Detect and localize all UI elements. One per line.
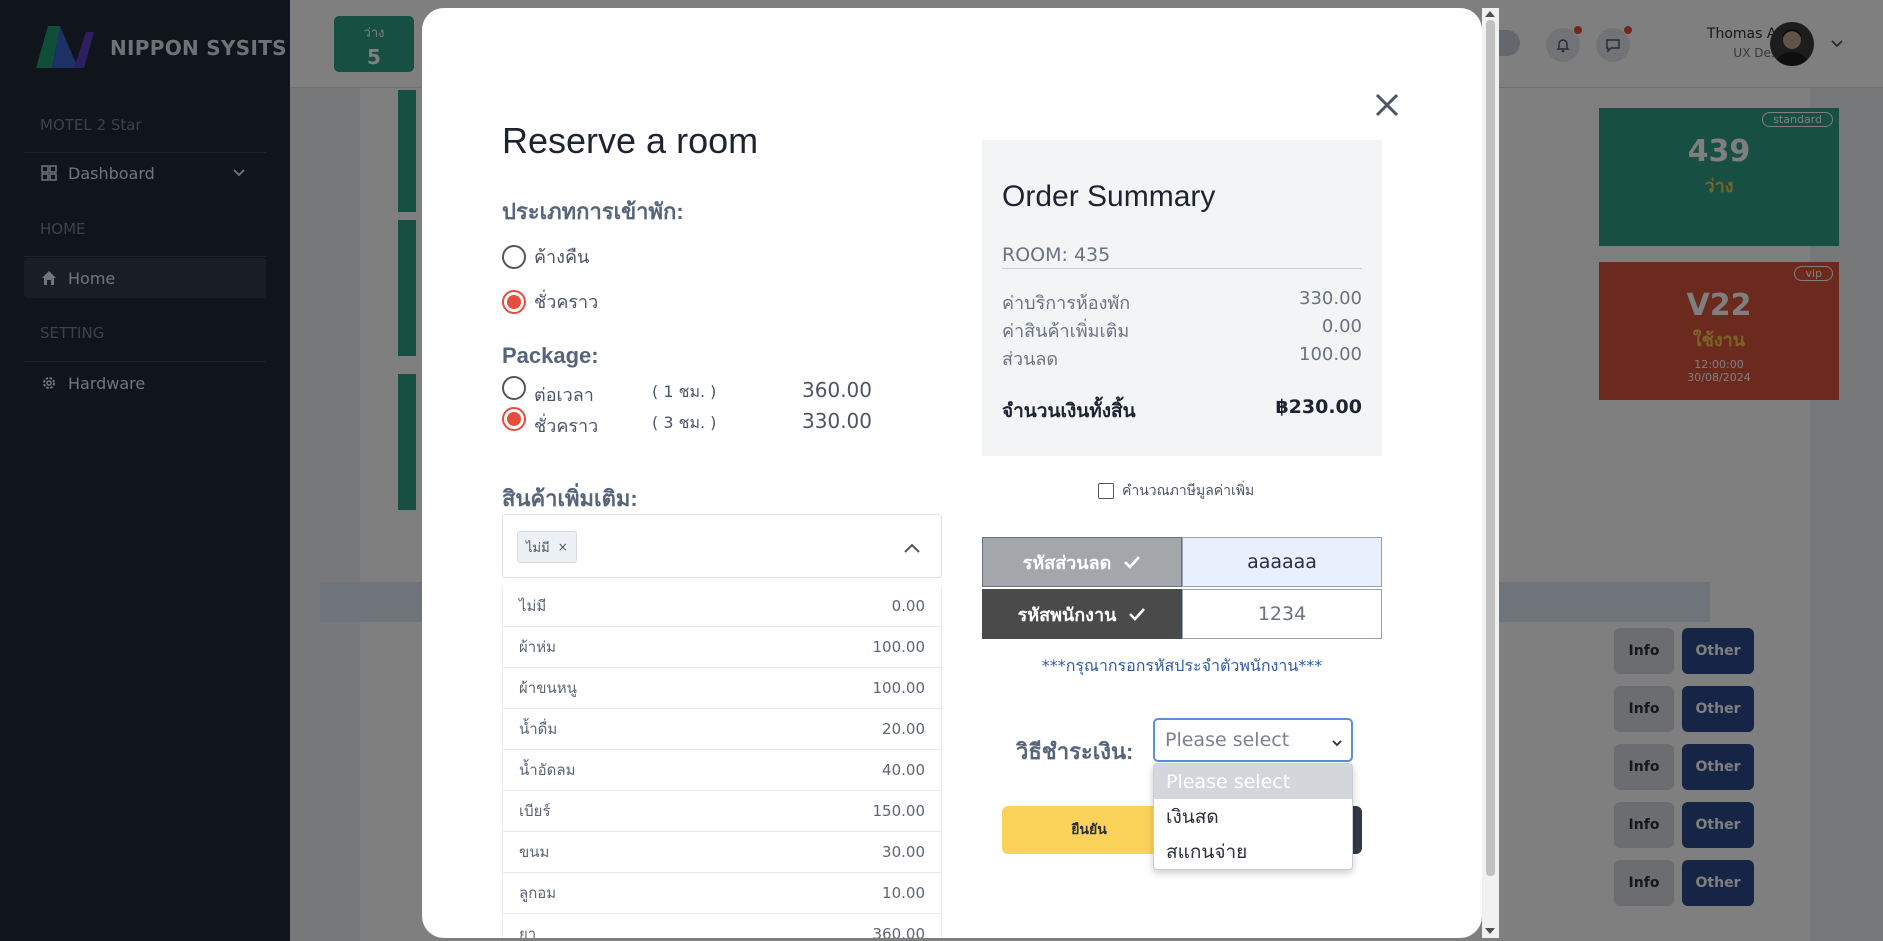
- line-value: 100.00: [1299, 344, 1362, 365]
- summary-total: จำนวนเงินทั้งสิ้น ฿230.00: [1002, 396, 1362, 426]
- item-name: ยา: [519, 925, 537, 938]
- line-value: 0.00: [1321, 316, 1362, 337]
- radio-label: ชั่วคราว: [534, 292, 599, 313]
- scroll-thumb[interactable]: [1486, 20, 1495, 876]
- item-price: 40.00: [882, 761, 925, 779]
- item-name: ลูกอม: [519, 884, 557, 902]
- employee-code-hint: ***กรุณากรอกรหัสประจำตัวพนักงาน***: [1041, 656, 1323, 675]
- payment-method-dropdown[interactable]: Please select เงินสด สแกนจ่าย: [1153, 763, 1353, 870]
- radio-button[interactable]: [502, 244, 526, 269]
- list-item[interactable]: ขนม 30.00: [503, 832, 941, 873]
- modal-scrollbar[interactable]: [1482, 8, 1499, 938]
- vat-label: คำนวณภาษีมูลค่าเพิ่ม: [1122, 483, 1255, 499]
- package-duration: ( 3 ชม. ): [652, 413, 717, 432]
- line-label: ส่วนลด: [1002, 349, 1059, 370]
- confirm-button[interactable]: ยืนยัน: [1002, 806, 1176, 854]
- summary-room: ROOM: 435: [1002, 244, 1362, 269]
- selected-chip: ไม่มี ×: [517, 531, 577, 563]
- dropdown-option[interactable]: Please select: [1154, 764, 1352, 799]
- item-price: 30.00: [882, 843, 925, 861]
- list-item[interactable]: ไม่มี 0.00: [503, 586, 941, 627]
- list-item[interactable]: ลูกอม 10.00: [503, 873, 941, 914]
- list-item[interactable]: ผ้าห่ม 100.00: [503, 627, 941, 668]
- scroll-down-arrow[interactable]: [1485, 928, 1495, 934]
- remove-chip-icon[interactable]: ×: [558, 540, 568, 554]
- list-item[interactable]: น้ำดื่ม 20.00: [503, 709, 941, 750]
- package-option-extend[interactable]: ต่อเวลา ( 1 ชม. ) 360.00: [502, 376, 892, 406]
- item-name: เบียร์: [519, 802, 551, 820]
- summary-discount: ส่วนลด 100.00: [1002, 344, 1362, 373]
- package-heading: Package:: [502, 343, 599, 368]
- list-item[interactable]: เบียร์ 150.00: [503, 791, 941, 832]
- modal-title: Reserve a room: [502, 120, 759, 161]
- radio-button[interactable]: [502, 376, 526, 400]
- package-option-temporary[interactable]: ชั่วคราว ( 3 ชม. ) 330.00: [502, 407, 892, 437]
- item-price: 150.00: [872, 802, 926, 820]
- item-name: ผ้าขนหนู: [519, 679, 577, 697]
- employee-code-input[interactable]: 1234: [1182, 589, 1382, 639]
- item-price: 360.00: [872, 925, 926, 938]
- discount-code-label: รหัสส่วนลด: [1022, 552, 1112, 574]
- close-icon: [1375, 93, 1399, 117]
- list-item[interactable]: น้ำอัดลม 40.00: [503, 750, 941, 791]
- stay-type-overnight[interactable]: ค้างคืน: [502, 242, 589, 271]
- close-button[interactable]: [1372, 90, 1402, 120]
- list-item[interactable]: ผ้าขนหนู 100.00: [503, 668, 941, 709]
- package-price: 360.00: [802, 378, 872, 402]
- chevron-up-icon[interactable]: [903, 539, 921, 558]
- extras-heading: สินค้าเพิ่มเติม:: [502, 486, 638, 511]
- total-label: จำนวนเงินทั้งสิ้น: [1002, 400, 1136, 422]
- stay-type-heading: ประเภทการเข้าพัก:: [502, 199, 684, 224]
- payment-method-select[interactable]: Please select: [1153, 718, 1353, 762]
- list-item[interactable]: ยา 360.00: [503, 914, 941, 938]
- radio-button-selected[interactable]: [502, 289, 526, 314]
- package-name: ชั่วคราว: [534, 416, 599, 437]
- payment-method-label: วิธีชำระเงิน:: [1016, 739, 1134, 764]
- check-icon: [1124, 556, 1141, 569]
- item-price: 100.00: [872, 679, 926, 697]
- package-price: 330.00: [802, 409, 872, 433]
- item-price: 0.00: [891, 597, 925, 615]
- line-label: ค่าสินค้าเพิ่มเติม: [1002, 321, 1130, 342]
- employee-code-row: รหัสพนักงาน 1234: [982, 589, 1382, 639]
- item-name: ไม่มี: [519, 597, 547, 615]
- item-name: ผ้าห่ม: [519, 638, 556, 656]
- reserve-room-modal: Reserve a room ประเภทการเข้าพัก: ค้างคืน…: [422, 8, 1482, 938]
- package-duration: ( 1 ชม. ): [652, 382, 717, 401]
- extras-multiselect[interactable]: ไม่มี ×: [502, 514, 942, 578]
- item-name: น้ำดื่ม: [519, 720, 558, 738]
- select-value: Please select: [1165, 729, 1290, 751]
- item-price: 100.00: [872, 638, 926, 656]
- radio-button-selected[interactable]: [502, 407, 526, 431]
- summary-room-service: ค่าบริการห้องพัก 330.00: [1002, 288, 1362, 317]
- discount-code-row: รหัสส่วนลด aaaaaa: [982, 537, 1382, 587]
- total-value: ฿230.00: [1275, 396, 1362, 418]
- item-name: ขนม: [519, 843, 550, 861]
- item-price: 10.00: [882, 884, 925, 902]
- vat-checkbox-row[interactable]: คำนวณภาษีมูลค่าเพิ่ม: [1098, 480, 1254, 502]
- package-name: ต่อเวลา: [534, 385, 594, 406]
- extras-options-list[interactable]: ไม่มี 0.00 ผ้าห่ม 100.00 ผ้าขนหนู 100.00 น้…: [502, 586, 942, 938]
- check-icon: [1129, 608, 1146, 621]
- dropdown-option[interactable]: เงินสด: [1154, 799, 1352, 834]
- dropdown-option[interactable]: สแกนจ่าย: [1154, 834, 1352, 869]
- summary-extras: ค่าสินค้าเพิ่มเติม 0.00: [1002, 316, 1362, 345]
- item-name: น้ำอัดลม: [519, 761, 576, 779]
- chip-label: ไม่มี: [526, 540, 550, 556]
- employee-code-label: รหัสพนักงาน: [1017, 604, 1117, 626]
- summary-title: Order Summary: [1002, 180, 1216, 213]
- scroll-up-arrow[interactable]: [1485, 11, 1495, 17]
- line-value: 330.00: [1299, 288, 1362, 309]
- order-summary: Order Summary ROOM: 435 ค่าบริการห้องพัก…: [982, 140, 1382, 456]
- line-label: ค่าบริการห้องพัก: [1002, 293, 1131, 314]
- employee-code-button[interactable]: รหัสพนักงาน: [982, 589, 1182, 639]
- stay-type-temporary[interactable]: ชั่วคราว: [502, 287, 598, 316]
- discount-code-input[interactable]: aaaaaa: [1182, 537, 1382, 587]
- vat-checkbox[interactable]: [1098, 483, 1114, 499]
- chevron-down-icon: [1331, 732, 1343, 754]
- discount-code-button[interactable]: รหัสส่วนลด: [982, 537, 1182, 587]
- item-price: 20.00: [882, 720, 925, 738]
- radio-label: ค้างคืน: [534, 247, 590, 268]
